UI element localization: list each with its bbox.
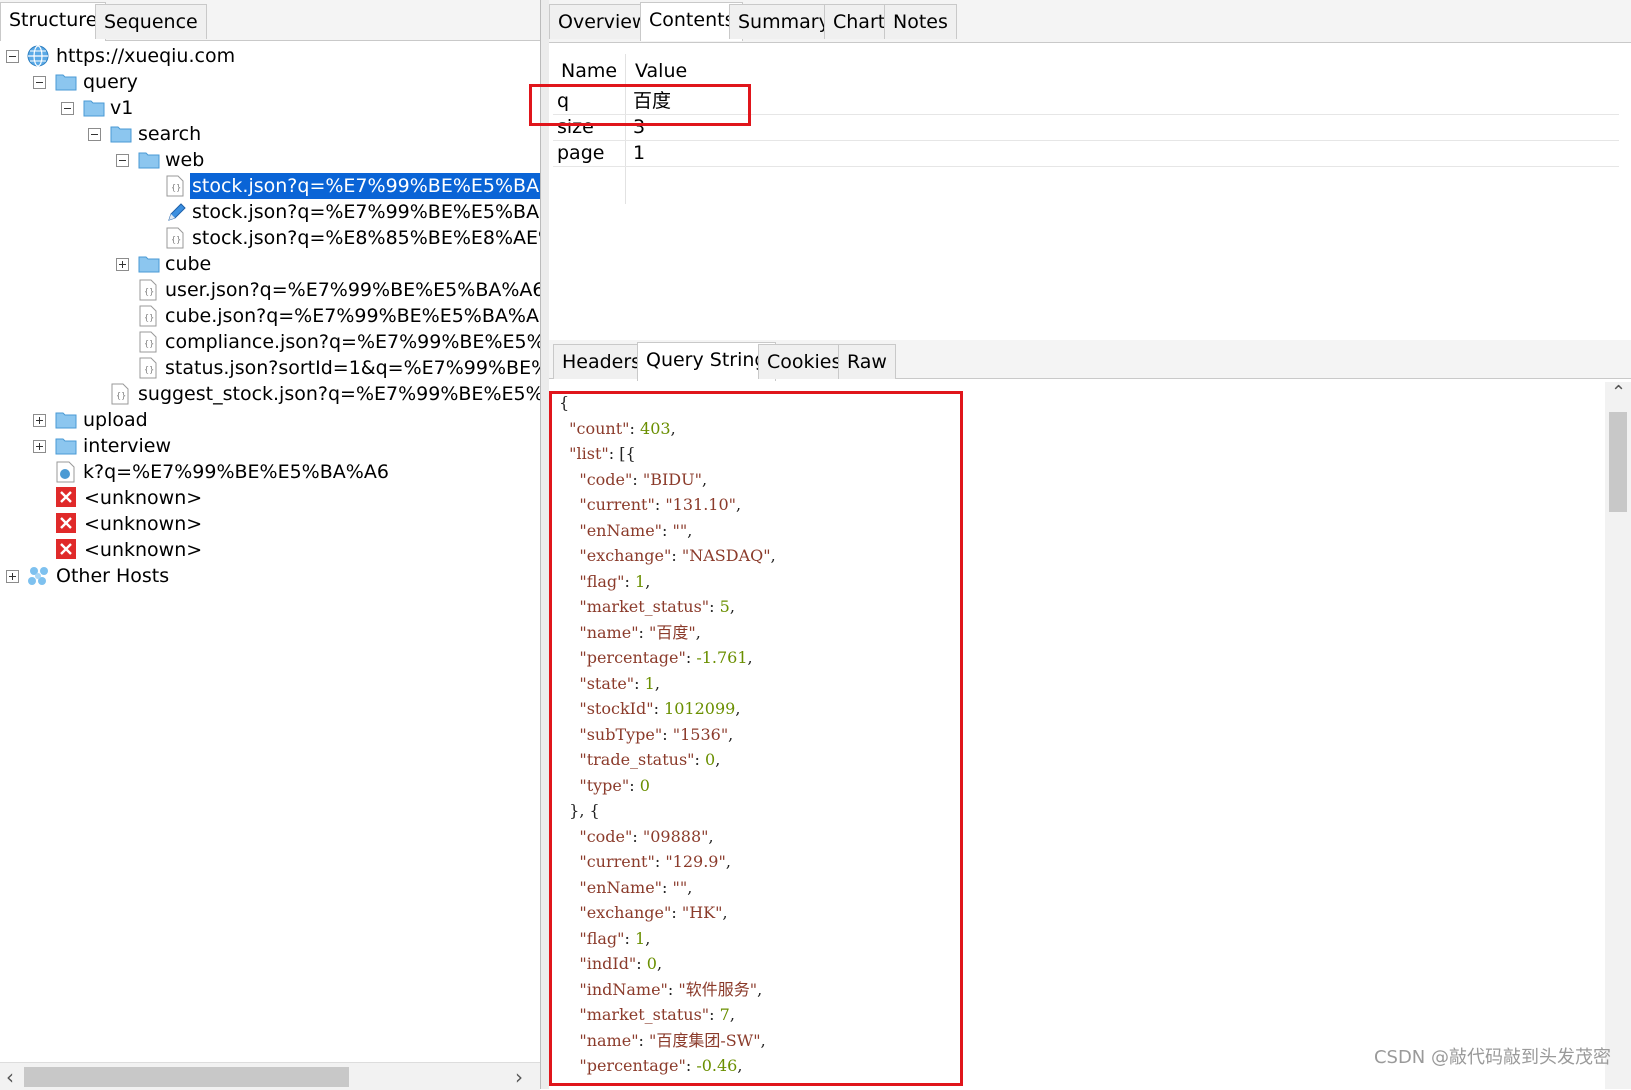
watermark: CSDN @敲代码敲到头发茂密: [1373, 1047, 1611, 1068]
collapse-icon[interactable]: [33, 76, 46, 89]
folder-icon: [83, 97, 105, 119]
response-tab-bar: Headers Query String Cookies Raw: [549, 340, 1631, 381]
svg-text:{}: {}: [144, 365, 154, 374]
expand-icon[interactable]: [33, 440, 46, 453]
json-file-icon: {}: [139, 279, 161, 301]
column-header-name[interactable]: Name: [561, 56, 617, 86]
file-label: stock.json?q=%E7%99%BE%E5%BA%A: [192, 201, 540, 223]
pencil-icon: [166, 201, 188, 223]
svg-text:{}: {}: [171, 235, 181, 244]
folder-icon: [55, 71, 77, 93]
globe-icon: [27, 45, 49, 67]
vertical-scrollbar[interactable]: ⌃: [1605, 382, 1631, 1089]
file-label: status.json?sortId=1&q=%E7%99%BE%E5: [165, 357, 540, 379]
expand-icon[interactable]: [6, 570, 19, 583]
svg-text:{}: {}: [144, 287, 154, 296]
json-file-icon: {}: [111, 383, 133, 405]
scroll-right-icon[interactable]: ›: [515, 1065, 523, 1089]
folder-icon: [138, 253, 160, 275]
folder-label: interview: [83, 435, 172, 457]
horizontal-scrollbar[interactable]: ‹ ›: [0, 1062, 540, 1090]
file-label: compliance.json?q=%E7%99%BE%E5%BA(: [165, 331, 540, 353]
folder-label: v1: [110, 97, 134, 119]
structure-tree: https://xueqiu.com query v1 search web {…: [0, 42, 540, 1062]
file-label: k?q=%E7%99%BE%E5%BA%A6: [83, 461, 389, 483]
collapse-icon[interactable]: [88, 128, 101, 141]
json-file-icon: {}: [166, 227, 188, 249]
error-icon: [56, 487, 78, 509]
error-icon: [56, 513, 78, 535]
json-file-icon: {}: [139, 331, 161, 353]
svg-text:{}: {}: [116, 391, 126, 400]
folder-label: query: [83, 71, 138, 93]
tab-contents[interactable]: Contents: [640, 2, 744, 41]
json-file-icon: {}: [166, 175, 188, 197]
host-label: https://xueqiu.com: [56, 45, 236, 67]
file-label: <unknown>: [84, 487, 203, 509]
file-label: cube.json?q=%E7%99%BE%E5%BA%A6&c: [165, 305, 540, 327]
highlight-box-query-param: [529, 84, 751, 126]
scrollbar-thumb[interactable]: [24, 1067, 349, 1087]
file-label: stock.json?q=%E8%85%BE%E8%AE%A: [192, 227, 540, 249]
tab-summary[interactable]: Summary: [729, 4, 839, 39]
expand-icon[interactable]: [33, 414, 46, 427]
column-header-value[interactable]: Value: [635, 56, 687, 86]
expand-icon[interactable]: [116, 258, 129, 271]
highlight-box-json-body: [549, 391, 963, 1086]
left-tab-bar: Structure Sequence: [0, 0, 540, 41]
tab-cookies[interactable]: Cookies: [758, 344, 851, 379]
tab-headers[interactable]: Headers: [553, 344, 651, 379]
param-value: 1: [633, 142, 646, 164]
svg-text:{}: {}: [144, 313, 154, 322]
file-label: <unknown>: [84, 513, 203, 535]
file-label: suggest_stock.json?q=%E7%99%BE%E5%BA%: [138, 383, 540, 405]
collapse-icon[interactable]: [6, 50, 19, 63]
file-label: user.json?q=%E7%99%BE%E5%BA%A6&c: [165, 279, 540, 301]
left-pane: Structure Sequence https://xueqiu.com qu…: [0, 0, 540, 1090]
collapse-icon[interactable]: [61, 102, 74, 115]
detail-tab-bar: Overview Contents Summary Chart Notes: [549, 0, 1631, 43]
table-row[interactable]: page 1: [553, 140, 1619, 167]
folder-icon: [138, 149, 160, 171]
folder-icon: [110, 123, 132, 145]
svg-text:{}: {}: [144, 339, 154, 348]
tab-structure[interactable]: Structure: [0, 2, 107, 41]
tab-raw[interactable]: Raw: [838, 344, 896, 379]
folder-label: search: [138, 123, 202, 145]
folder-label: web: [165, 149, 205, 171]
request-icon: [56, 461, 78, 483]
scroll-left-icon[interactable]: ‹: [6, 1065, 14, 1089]
tab-sequence[interactable]: Sequence: [95, 4, 207, 39]
error-icon: [56, 539, 78, 561]
file-label: stock.json?q=%E7%99%BE%E5%BA%A: [190, 173, 540, 199]
hosts-cluster-icon: [27, 565, 49, 587]
folder-icon: [55, 435, 77, 457]
hosts-label: Other Hosts: [56, 565, 170, 587]
tab-query-string[interactable]: Query String: [637, 342, 776, 381]
json-file-icon: {}: [139, 305, 161, 327]
collapse-icon[interactable]: [116, 154, 129, 167]
param-name: page: [557, 142, 605, 164]
scroll-up-icon[interactable]: ⌃: [1611, 382, 1626, 403]
folder-icon: [55, 409, 77, 431]
json-file-icon: {}: [139, 357, 161, 379]
file-label: <unknown>: [84, 539, 203, 561]
folder-label: cube: [165, 253, 212, 275]
tab-notes[interactable]: Notes: [884, 4, 957, 39]
scrollbar-thumb[interactable]: [1609, 412, 1627, 512]
svg-text:{}: {}: [171, 183, 181, 192]
folder-label: upload: [83, 409, 148, 431]
